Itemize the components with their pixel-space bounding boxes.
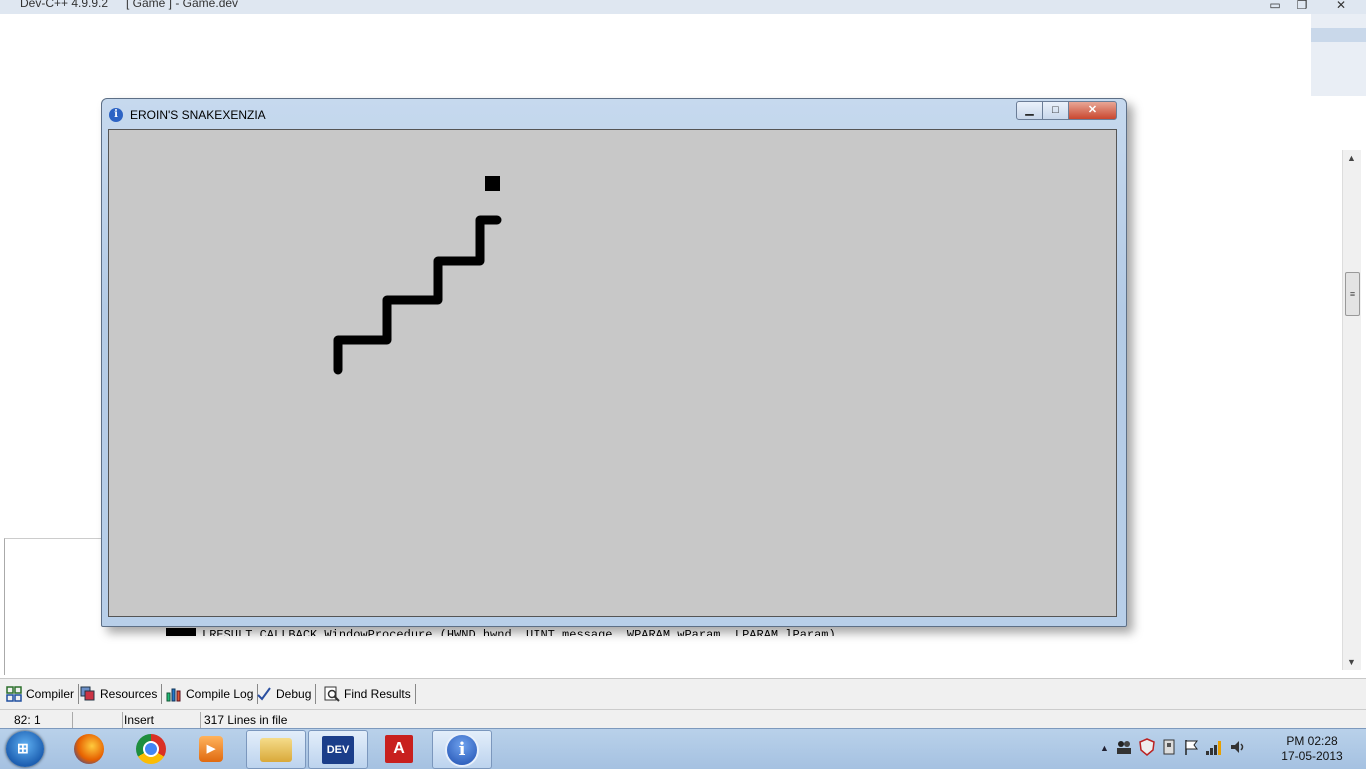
ide-toolbar-area: [0, 14, 1311, 96]
adobe-glyph: A: [393, 739, 405, 757]
tab-resources[interactable]: Resources: [80, 684, 163, 704]
code-line: LRESULT CALLBACK WindowProcedure (HWND h…: [166, 628, 836, 636]
clock[interactable]: PM 02:28 17-05-2013: [1272, 734, 1352, 764]
ide-right-strip: [1311, 14, 1366, 96]
snake-food: [485, 176, 500, 191]
line-marker: [166, 628, 196, 636]
resources-icon: [80, 686, 96, 702]
tray-flag-icon[interactable]: [1183, 738, 1199, 759]
game-window[interactable]: i EROIN'S SNAKEXENZIA ▁ □ ✕: [101, 98, 1127, 627]
tray-security-icon[interactable]: [1139, 737, 1155, 759]
scroll-up-icon[interactable]: ▲: [1347, 153, 1356, 163]
ide-maximize-button[interactable]: ❐: [1289, 0, 1315, 14]
clock-date: 17-05-2013: [1281, 749, 1343, 763]
game-minimize-button[interactable]: ▁: [1016, 101, 1043, 120]
grid-icon: [6, 686, 22, 702]
chrome-icon: [136, 733, 166, 764]
scroll-thumb[interactable]: ≡: [1345, 272, 1360, 316]
ide-close-button[interactable]: ✕: [1322, 0, 1360, 14]
clock-time: PM 02:28: [1286, 734, 1338, 748]
info-glyph: i: [458, 739, 466, 760]
status-bar: 82: 1 Insert 317 Lines in file: [0, 709, 1366, 730]
windows-logo-icon: ⊞: [17, 740, 29, 756]
game-canvas[interactable]: [108, 129, 1117, 617]
ide-titlebar: Dev-C++ 4.9.9.2 [ Game ] - Game.dev ▭ ❐ …: [0, 0, 1366, 14]
status-insert-mode: Insert: [120, 712, 201, 728]
tab-label: Resources: [100, 687, 158, 701]
media-player-icon: ▶: [199, 735, 223, 762]
tab-debug[interactable]: Debug: [256, 684, 317, 704]
start-button[interactable]: ⊞: [6, 731, 44, 767]
adobe-reader-icon: A: [385, 734, 413, 763]
taskbar-chrome[interactable]: [122, 730, 180, 767]
info-app-icon: i: [445, 732, 479, 767]
game-maximize-button[interactable]: □: [1042, 101, 1069, 120]
taskbar-adobe-reader[interactable]: A: [370, 730, 428, 767]
tray-people-icon[interactable]: [1115, 738, 1133, 759]
taskbar: ⊞ ▶ DEV A i ▲ PM 02:28 17-05-2013: [0, 728, 1366, 769]
code-text: LRESULT CALLBACK WindowProcedure (HWND h…: [202, 628, 836, 636]
system-tray: ▲: [1100, 733, 1247, 763]
tab-find-results[interactable]: Find Results: [324, 684, 416, 704]
tab-compile-log[interactable]: Compile Log: [166, 684, 259, 704]
chart-icon: [166, 686, 182, 702]
dev-cpp-icon: DEV: [322, 735, 354, 764]
tray-device-icon[interactable]: [1161, 738, 1177, 759]
bottom-tabs: Compiler Resources Compile Log Debug Fin…: [0, 678, 1366, 709]
taskbar-media-player[interactable]: ▶: [182, 730, 240, 767]
status-cursor-position: 82: 1: [10, 712, 73, 728]
firefox-icon: [74, 733, 104, 764]
editor-scrollbar[interactable]: ▲ ≡ ▼: [1342, 150, 1361, 670]
folder-icon: [260, 737, 292, 762]
tray-volume-icon[interactable]: [1229, 738, 1247, 759]
taskbar-dev-cpp[interactable]: DEV: [308, 730, 368, 769]
status-line-count: 317 Lines in file: [204, 713, 288, 727]
ide-minimize-button[interactable]: ▭: [1262, 0, 1288, 14]
find-icon: [324, 686, 340, 702]
ide-title: Dev-C++ 4.9.9.2: [20, 0, 109, 10]
tab-label: Find Results: [344, 687, 411, 701]
tab-label: Compile Log: [186, 687, 254, 701]
status-modified: [72, 712, 123, 728]
game-close-button[interactable]: ✕: [1068, 101, 1117, 120]
tab-compiler[interactable]: Compiler: [6, 684, 80, 704]
dev-cpp-label: DEV: [326, 743, 350, 756]
taskbar-explorer[interactable]: [246, 730, 306, 769]
ide-title-file: [ Game ] - Game.dev: [126, 0, 239, 10]
play-icon: ▶: [206, 743, 216, 755]
tab-label: Debug: [276, 687, 312, 701]
game-window-title: EROIN'S SNAKEXENZIA: [130, 108, 266, 122]
info-icon: i: [109, 108, 123, 122]
tab-label: Compiler: [26, 687, 75, 701]
tray-expand-icon[interactable]: ▲: [1100, 743, 1109, 753]
check-icon: [256, 686, 272, 702]
snake-body: [333, 215, 502, 375]
taskbar-game[interactable]: i: [432, 730, 492, 769]
taskbar-firefox[interactable]: [60, 730, 118, 767]
scroll-down-icon[interactable]: ▼: [1347, 657, 1356, 667]
game-board: [333, 176, 502, 375]
tray-network-icon[interactable]: [1205, 738, 1223, 759]
